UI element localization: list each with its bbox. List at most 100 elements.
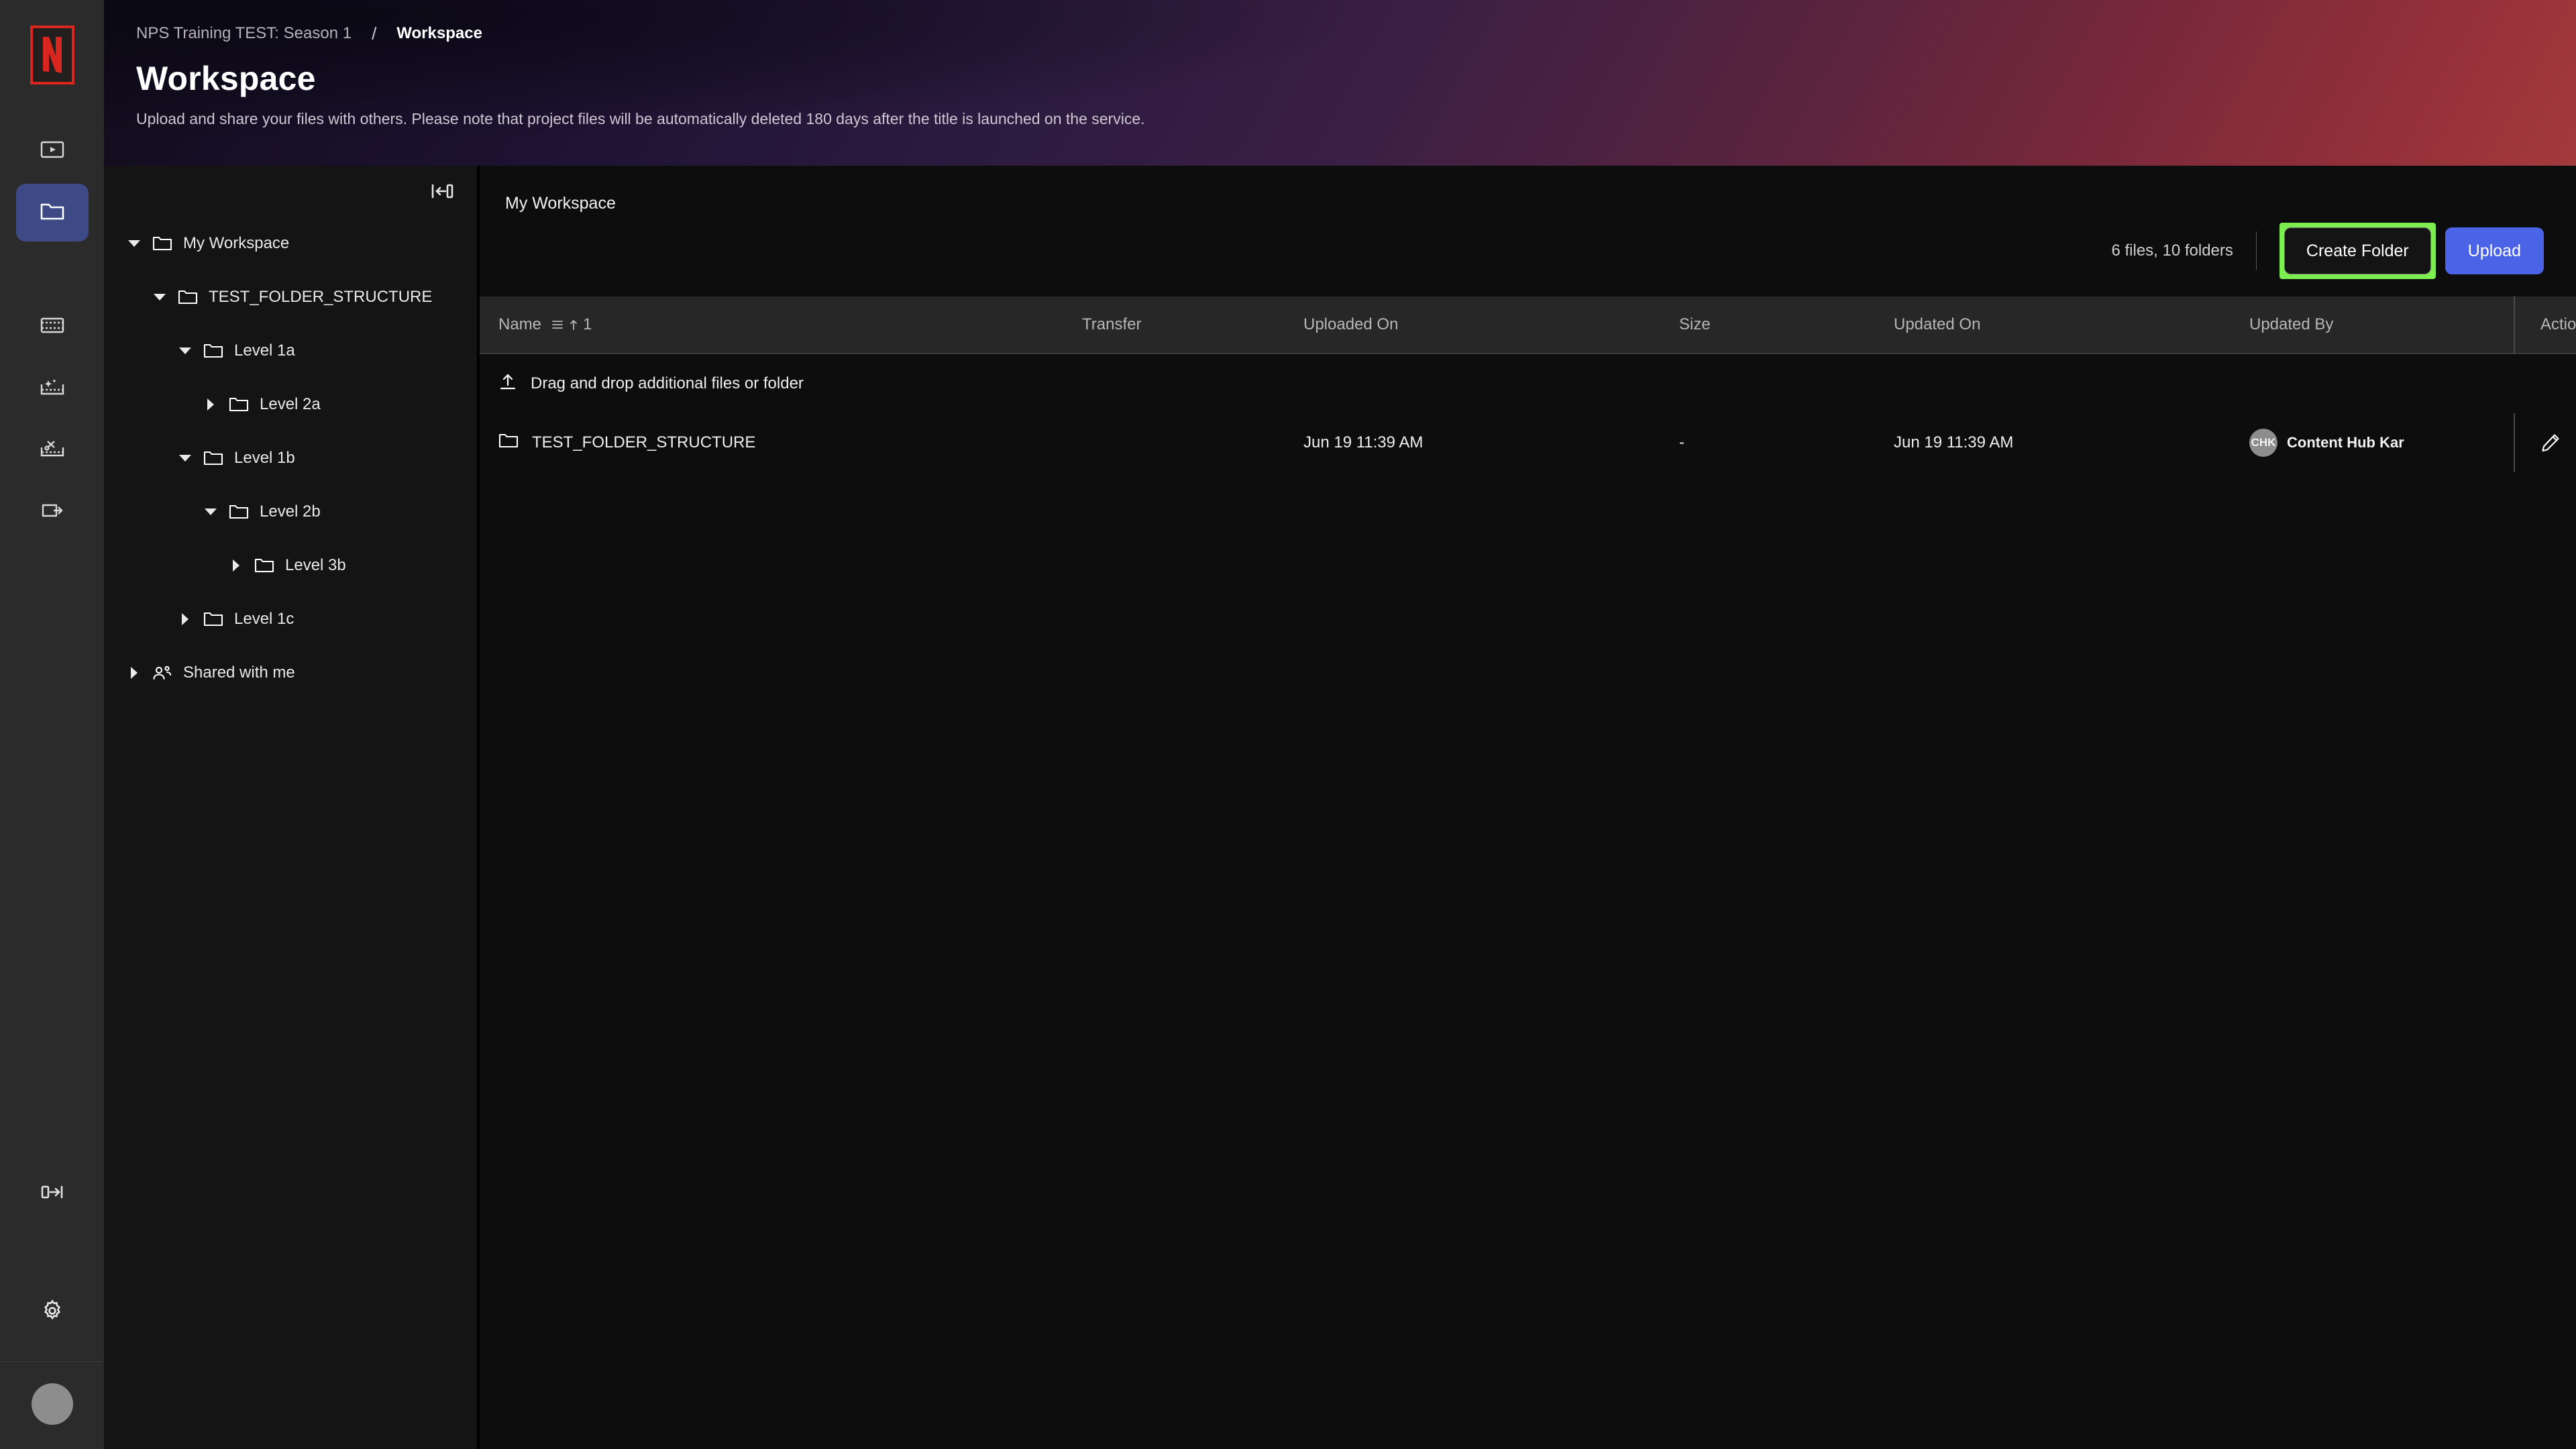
file-table: Name 1 Transfer Uploaded On Size Updated… bbox=[480, 296, 2576, 472]
sort-order-number: 1 bbox=[583, 315, 592, 333]
cell-updated-on: Jun 19 11:39 AM bbox=[1894, 433, 2014, 451]
tree-item-label: Level 1b bbox=[234, 449, 295, 467]
folder-icon bbox=[498, 433, 519, 453]
folder-tree: My Workspace TEST_FOLDER_STRUCTURE Level 1… bbox=[104, 217, 477, 700]
chevron-down-icon[interactable] bbox=[148, 286, 171, 309]
breadcrumb-separator: / bbox=[372, 23, 377, 44]
toolbar: 6 files, 10 folders Create Folder Upload bbox=[480, 213, 2576, 288]
table-body: TEST_FOLDER_STRUCTURE Jun 19 11:39 AM - Jun… bbox=[480, 413, 2576, 472]
film-strip-scissors-icon bbox=[40, 439, 64, 462]
tree-item-test-folder-structure[interactable]: TEST_FOLDER_STRUCTURE bbox=[104, 270, 477, 324]
tree-item-label: Shared with me bbox=[183, 663, 295, 682]
chevron-right-icon[interactable] bbox=[123, 661, 146, 684]
expand-panel-icon[interactable] bbox=[40, 1183, 64, 1205]
tree-item-my-workspace[interactable]: My Workspace bbox=[104, 217, 477, 270]
tree-item-label: Level 1a bbox=[234, 341, 295, 360]
player-icon bbox=[40, 140, 64, 162]
folder-icon bbox=[152, 235, 172, 252]
page-subtitle: Upload and share your files with others.… bbox=[136, 110, 1145, 127]
cell-uploaded-on: Jun 19 11:39 AM bbox=[1303, 433, 1424, 451]
upload-button[interactable]: Upload bbox=[2445, 227, 2544, 274]
column-header-name-label: Name bbox=[498, 315, 542, 333]
column-header-size[interactable]: Size bbox=[1667, 315, 1882, 334]
column-header-uploaded-on[interactable]: Uploaded On bbox=[1291, 315, 1667, 334]
transfer-arrow-icon bbox=[40, 501, 64, 523]
create-folder-button[interactable]: Create Folder bbox=[2284, 227, 2431, 274]
column-header-updated-on[interactable]: Updated On bbox=[1882, 315, 2237, 334]
tree-item-level-2b[interactable]: Level 2b bbox=[104, 485, 477, 539]
film-strip-icon bbox=[40, 317, 64, 337]
tree-item-label: Level 3b bbox=[285, 556, 346, 574]
folder-icon bbox=[203, 611, 223, 627]
rail-item-media[interactable] bbox=[16, 298, 89, 356]
page-banner: NPS Training TEST: Season 1 / Workspace … bbox=[104, 0, 2576, 166]
breadcrumb-current[interactable]: Workspace bbox=[396, 24, 482, 43]
tree-item-level-1c[interactable]: Level 1c bbox=[104, 592, 477, 646]
chevron-down-icon[interactable] bbox=[174, 339, 197, 362]
column-header-updated-by[interactable]: Updated By bbox=[2237, 315, 2514, 334]
rail-divider bbox=[0, 1361, 104, 1362]
chevron-right-icon[interactable] bbox=[199, 393, 222, 416]
toolbar-divider bbox=[2255, 231, 2257, 270]
folder-icon bbox=[229, 396, 249, 413]
chevron-down-icon[interactable] bbox=[199, 500, 222, 523]
cell-size: - bbox=[1679, 433, 1684, 451]
main-panel: My Workspace 6 files, 10 folders Create … bbox=[480, 166, 2576, 1449]
tree-item-level-2a[interactable]: Level 2a bbox=[104, 378, 477, 431]
avatar: CHK bbox=[2249, 429, 2277, 457]
column-header-transfer[interactable]: Transfer bbox=[1070, 315, 1291, 334]
page-title: Workspace bbox=[136, 60, 316, 97]
rail-bottom-group bbox=[0, 1183, 104, 1449]
tree-item-label: TEST_FOLDER_STRUCTURE bbox=[209, 288, 433, 306]
tree-item-label: My Workspace bbox=[183, 234, 290, 252]
rail-item-enhance[interactable] bbox=[16, 360, 89, 417]
shared-users-icon bbox=[152, 665, 172, 681]
collapse-panel-icon[interactable] bbox=[427, 176, 457, 206]
folder-icon bbox=[254, 557, 274, 574]
tree-item-level-1a[interactable]: Level 1a bbox=[104, 324, 477, 378]
column-header-name[interactable]: Name 1 bbox=[480, 315, 1070, 334]
table-header-row: Name 1 Transfer Uploaded On Size Updated… bbox=[480, 296, 2576, 354]
chevron-down-icon[interactable] bbox=[123, 232, 146, 255]
tree-item-label: Level 2b bbox=[260, 502, 321, 521]
cell-updated-by: CHK Content Hub Kar bbox=[2237, 429, 2514, 457]
folder-icon bbox=[178, 289, 198, 305]
workspace-app: NPS Training TEST: Season 1 / Workspace … bbox=[0, 0, 2576, 1449]
avatar[interactable] bbox=[31, 1383, 73, 1425]
folder-icon bbox=[203, 343, 223, 359]
rail-item-transfer[interactable] bbox=[16, 483, 89, 541]
right-region: NPS Training TEST: Season 1 / Workspace … bbox=[104, 0, 2576, 1449]
tree-item-level-3b[interactable]: Level 3b bbox=[104, 539, 477, 592]
updated-by-name: Content Hub Kar bbox=[2287, 434, 2404, 451]
gear-icon[interactable] bbox=[40, 1299, 64, 1326]
page-body: My Workspace TEST_FOLDER_STRUCTURE Level 1… bbox=[104, 166, 2576, 1449]
folder-icon bbox=[40, 201, 65, 225]
dropzone-label: Drag and drop additional files or folder bbox=[531, 374, 804, 392]
chevron-down-icon[interactable] bbox=[174, 447, 197, 470]
rail-item-workspace[interactable] bbox=[15, 184, 89, 241]
breadcrumb: NPS Training TEST: Season 1 / Workspace bbox=[136, 21, 2576, 46]
chevron-right-icon[interactable] bbox=[225, 554, 248, 577]
folder-icon bbox=[229, 504, 249, 520]
cell-name[interactable]: TEST_FOLDER_STRUCTURE bbox=[480, 433, 1070, 453]
table-row[interactable]: TEST_FOLDER_STRUCTURE Jun 19 11:39 AM - Jun… bbox=[480, 413, 2576, 472]
tree-item-label: Level 1c bbox=[234, 610, 294, 628]
tree-item-level-1b[interactable]: Level 1b bbox=[104, 431, 477, 485]
file-count-label: 6 files, 10 folders bbox=[2111, 241, 2233, 260]
folder-tree-panel: My Workspace TEST_FOLDER_STRUCTURE Level 1… bbox=[104, 166, 480, 1449]
dropzone-cell[interactable]: Drag and drop additional files or folder bbox=[480, 372, 1070, 396]
main-title: My Workspace bbox=[505, 194, 616, 213]
cell-action bbox=[2514, 413, 2576, 472]
cell-name-label: TEST_FOLDER_STRUCTURE bbox=[532, 433, 756, 451]
main-header: My Workspace bbox=[480, 166, 2576, 213]
rail-item-edit[interactable] bbox=[16, 421, 89, 479]
chevron-right-icon[interactable] bbox=[174, 608, 197, 631]
edit-pencil-icon[interactable] bbox=[2540, 433, 2561, 453]
breadcrumb-parent[interactable]: NPS Training TEST: Season 1 bbox=[136, 24, 352, 43]
tree-item-shared-with-me[interactable]: Shared with me bbox=[104, 646, 477, 700]
sort-indicator[interactable]: 1 bbox=[551, 315, 592, 334]
rail-item-player[interactable] bbox=[16, 122, 89, 180]
dropzone-row[interactable]: Drag and drop additional files or folder bbox=[480, 354, 2576, 413]
create-folder-highlight: Create Folder bbox=[2279, 223, 2436, 279]
netflix-logo[interactable] bbox=[30, 25, 74, 85]
